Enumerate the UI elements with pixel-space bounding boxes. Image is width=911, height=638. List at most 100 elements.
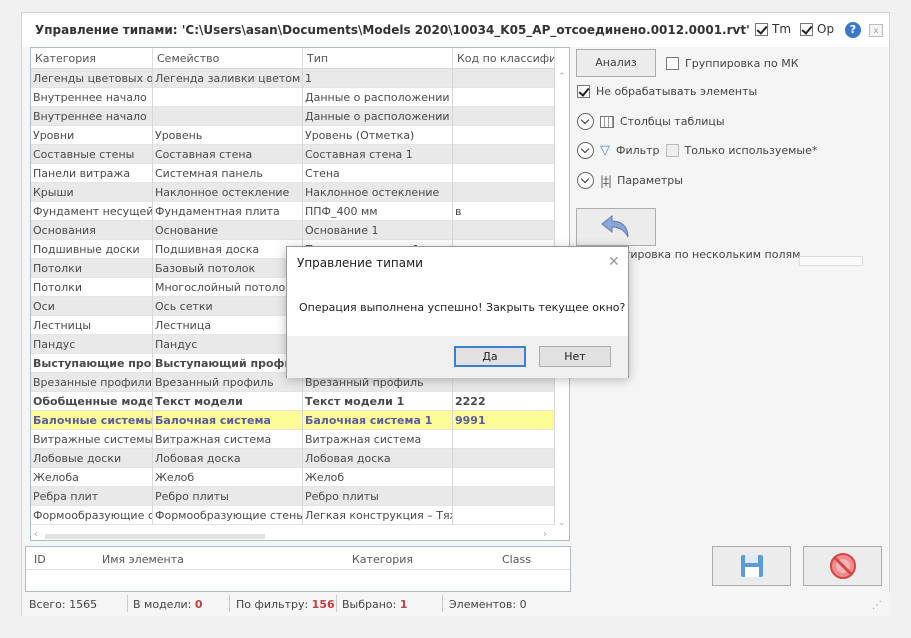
table-cell[interactable]: Формообразующие с xyxy=(31,506,153,525)
table-cell[interactable] xyxy=(453,449,555,468)
column-header-family[interactable]: Семейство xyxy=(153,48,303,69)
table-cell[interactable]: Данные о расположении xyxy=(303,107,453,126)
table-cell[interactable] xyxy=(453,430,555,449)
table-cell[interactable] xyxy=(453,126,555,145)
scroll-thumb[interactable] xyxy=(45,534,265,539)
table-cell[interactable]: Уровень (Отметка) xyxy=(303,126,453,145)
table-row[interactable]: Балочные системы Балочная система Балочная… xyxy=(31,411,555,430)
grid-horizontal-scrollbar[interactable]: ‹ › xyxy=(31,529,555,540)
column-header-classifier[interactable]: Код по классифи xyxy=(453,48,555,69)
table-cell[interactable]: Составная стена 1 xyxy=(303,145,453,164)
table-row[interactable]: Внутреннее начало Данные о расположении xyxy=(31,107,555,126)
table-row[interactable]: Крыши Наклонное остекление Наклонное остек… xyxy=(31,183,555,202)
columns-option[interactable]: Столбцы таблицы xyxy=(577,113,725,130)
table-row[interactable]: Фундамент несущей к Фундаментная плита ППФ… xyxy=(31,202,555,221)
table-cell[interactable]: Уровни xyxy=(31,126,153,145)
table-cell[interactable]: Ребра плит xyxy=(31,487,153,506)
table-cell[interactable]: Внутреннее начало xyxy=(31,88,153,107)
table-cell[interactable]: Желоб xyxy=(303,468,453,487)
expand-icon[interactable] xyxy=(577,172,594,189)
table-cell[interactable]: Балочные системы xyxy=(31,411,153,430)
op-checkbox-box[interactable] xyxy=(800,22,813,36)
close-icon[interactable]: ✕ xyxy=(608,254,620,270)
column-header-id[interactable]: ID xyxy=(34,553,46,566)
question-circle-icon[interactable]: ? xyxy=(845,22,861,38)
table-cell[interactable]: Потолки xyxy=(31,259,153,278)
params-option[interactable]: |‡| Параметры xyxy=(577,172,683,189)
table-cell[interactable]: Витражная система xyxy=(303,430,453,449)
table-cell[interactable]: Подшивная доска xyxy=(153,240,303,259)
table-cell[interactable]: Крыши xyxy=(31,183,153,202)
table-cell[interactable]: 2222 xyxy=(453,392,555,411)
table-cell[interactable]: ППФ_400 мм xyxy=(303,202,453,221)
table-cell[interactable]: Формообразующие стены xyxy=(153,506,303,525)
scroll-up-icon[interactable]: ⌃ xyxy=(558,73,566,82)
table-cell[interactable]: 1 xyxy=(303,69,453,88)
column-header-class[interactable]: Class xyxy=(502,553,531,566)
tm-checkbox[interactable]: Tm xyxy=(755,22,791,36)
table-cell[interactable]: Уровень xyxy=(153,126,303,145)
undo-button[interactable] xyxy=(576,208,656,246)
multi-sort-option[interactable]: тировка по нескольким полям xyxy=(624,248,800,261)
table-row[interactable]: Обобщенные модел Текст модели Текст модели… xyxy=(31,392,555,411)
table-cell[interactable]: Выступающий профиль xyxy=(153,354,303,373)
table-cell[interactable]: Пандус xyxy=(153,335,303,354)
table-cell[interactable]: Панели витража xyxy=(31,164,153,183)
table-cell[interactable]: Балочная система 1 xyxy=(303,411,453,430)
table-row[interactable]: Ребра плит Ребро плиты Ребро плиты xyxy=(31,487,555,506)
table-cell[interactable]: Врезанные профили xyxy=(31,373,153,392)
column-header-element-name[interactable]: Имя элемента xyxy=(102,553,184,566)
table-row[interactable]: Формообразующие с Формообразующие стены Ле… xyxy=(31,506,555,525)
table-cell[interactable] xyxy=(453,145,555,164)
table-cell[interactable] xyxy=(453,487,555,506)
group-mk-checkbox[interactable] xyxy=(666,57,679,70)
table-cell[interactable] xyxy=(453,468,555,487)
yes-button[interactable]: Да xyxy=(454,346,526,367)
no-process-checkbox[interactable] xyxy=(577,85,590,98)
table-cell[interactable]: Основание 1 xyxy=(303,221,453,240)
table-row[interactable]: Витражные системы Витражная система Витраж… xyxy=(31,430,555,449)
save-button[interactable] xyxy=(712,546,791,586)
no-process-option[interactable]: Не обрабатывать элементы xyxy=(577,85,757,98)
table-row[interactable]: Легенды цветовых обоЛегенда заливки цвет… xyxy=(31,69,555,88)
table-cell[interactable]: Многослойный потолок xyxy=(153,278,303,297)
analyze-button[interactable]: Анализ xyxy=(576,49,656,77)
table-cell[interactable]: Текст модели 1 xyxy=(303,392,453,411)
table-cell[interactable]: Базовый потолок xyxy=(153,259,303,278)
table-row[interactable]: Уровни Уровень Уровень (Отметка) xyxy=(31,126,555,145)
table-cell[interactable] xyxy=(153,107,303,126)
table-cell[interactable]: Витражные системы xyxy=(31,430,153,449)
table-cell[interactable]: Лестница xyxy=(153,316,303,335)
table-cell[interactable]: Лобовая доска xyxy=(153,449,303,468)
table-cell[interactable] xyxy=(453,506,555,525)
table-row[interactable]: Лобовые доски Лобовая доска Лобовая доска xyxy=(31,449,555,468)
close-icon[interactable]: x xyxy=(869,24,883,37)
table-row[interactable]: Основания Основание Основание 1 xyxy=(31,221,555,240)
table-cell[interactable]: Стена xyxy=(303,164,453,183)
elements-table[interactable]: ID Имя элемента Категория Class xyxy=(25,546,571,592)
table-cell[interactable] xyxy=(453,221,555,240)
scroll-right-icon[interactable]: › xyxy=(543,529,547,540)
table-cell[interactable]: Основание xyxy=(153,221,303,240)
table-cell[interactable]: Обобщенные модел xyxy=(31,392,153,411)
table-cell[interactable]: Лобовая доска xyxy=(303,449,453,468)
table-cell[interactable]: Балочная система xyxy=(153,411,303,430)
table-cell[interactable]: Легенды цветовых обо xyxy=(31,69,153,88)
table-cell[interactable]: Оси xyxy=(31,297,153,316)
scroll-down-icon[interactable]: ⌄ xyxy=(558,519,566,528)
table-cell[interactable]: Пандус xyxy=(31,335,153,354)
column-header-type[interactable]: Тип xyxy=(303,48,453,69)
table-cell[interactable]: Врезанный профиль xyxy=(153,373,303,392)
table-cell[interactable]: Текст модели xyxy=(153,392,303,411)
table-cell[interactable]: Основания xyxy=(31,221,153,240)
tm-checkbox-box[interactable] xyxy=(755,22,768,36)
table-cell[interactable] xyxy=(453,164,555,183)
table-cell[interactable]: Желоб xyxy=(153,468,303,487)
table-cell[interactable]: Потолки xyxy=(31,278,153,297)
column-header-category[interactable]: Категория xyxy=(31,48,153,69)
expand-icon[interactable] xyxy=(577,142,594,159)
table-cell[interactable]: Фундамент несущей к xyxy=(31,202,153,221)
table-cell[interactable]: Легенда заливки цветом xyxy=(153,69,303,88)
table-cell[interactable]: Выступающие проф xyxy=(31,354,153,373)
table-cell[interactable]: Составная стена xyxy=(153,145,303,164)
